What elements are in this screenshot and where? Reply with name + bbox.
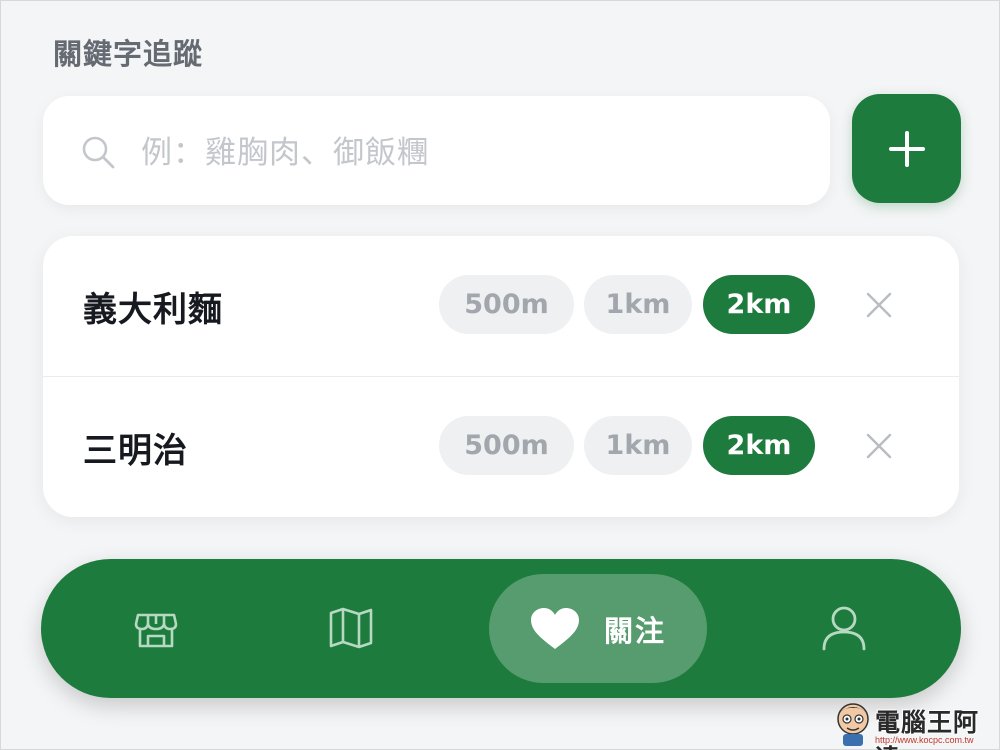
nav-item-follow-label: 關注 <box>603 613 666 648</box>
heart-icon <box>530 607 579 649</box>
close-icon <box>866 433 892 459</box>
nav-item-map[interactable] <box>326 603 376 653</box>
keyword-label: 義大利麵 <box>83 290 223 330</box>
map-icon <box>329 607 373 649</box>
remove-keyword-button[interactable] <box>863 430 895 462</box>
range-chip-500m[interactable]: 500m <box>439 275 574 334</box>
search-input[interactable] <box>141 126 781 180</box>
nav-item-follow[interactable]: 關注 <box>489 574 707 683</box>
keyword-row: 三明治 500m 1km 2km <box>43 377 959 517</box>
keyword-row: 義大利麵 500m 1km 2km <box>43 236 959 377</box>
keyword-label: 三明治 <box>83 431 188 471</box>
range-chip-500m[interactable]: 500m <box>439 416 574 475</box>
keyword-list: 義大利麵 500m 1km 2km 三明治 500m 1km 2km <box>43 236 959 517</box>
add-keyword-button[interactable] <box>852 94 961 203</box>
store-icon <box>134 613 178 648</box>
bottom-nav: 關注 <box>41 559 961 698</box>
range-chip-1km[interactable]: 1km <box>584 275 692 334</box>
watermark: 電腦王阿達 http://www.kocpc.com.tw <box>833 701 999 750</box>
nav-item-profile[interactable] <box>819 603 869 653</box>
page-title: 關鍵字追蹤 <box>53 37 204 71</box>
mascot-icon <box>837 703 869 746</box>
range-chip-2km[interactable]: 2km <box>703 416 815 475</box>
close-icon <box>866 292 892 318</box>
user-icon <box>822 606 866 651</box>
plus-icon <box>888 130 925 167</box>
watermark-url: http://www.kocpc.com.tw <box>875 735 974 745</box>
range-chip-1km[interactable]: 1km <box>584 416 692 475</box>
range-chip-2km[interactable]: 2km <box>703 275 815 334</box>
nav-item-store[interactable] <box>131 603 181 653</box>
search-icon <box>82 136 115 169</box>
remove-keyword-button[interactable] <box>863 289 895 321</box>
